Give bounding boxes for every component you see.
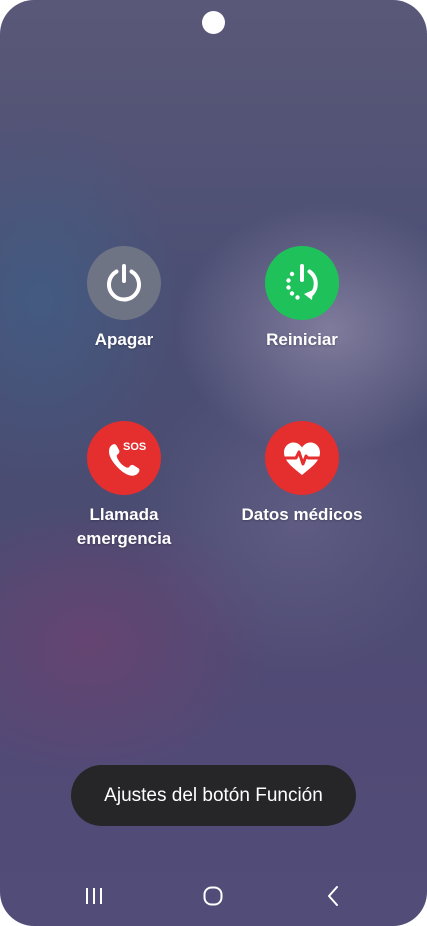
- medical-info-label: Datos médicos: [241, 505, 363, 524]
- emergency-call-button[interactable]: SOS: [87, 421, 161, 495]
- navigation-bar: [0, 866, 427, 926]
- back-icon: [328, 886, 338, 906]
- restart-label: Reiniciar: [266, 330, 338, 349]
- function-key-settings-button[interactable]: Ajustes del botón Función: [71, 765, 356, 826]
- medical-info-option[interactable]: Datos médicos: [212, 421, 392, 527]
- restart-button[interactable]: [265, 246, 339, 320]
- home-button[interactable]: [198, 884, 228, 908]
- restart-option[interactable]: Reiniciar: [212, 246, 392, 352]
- power-menu-screen: Apagar Reiniciar SOS Llamada emergencia …: [0, 0, 427, 926]
- recent-apps-button[interactable]: [79, 884, 109, 908]
- recent-apps-icon: [86, 888, 102, 904]
- sos-phone-icon: SOS: [109, 441, 146, 476]
- emergency-call-label-line1: Llamada: [89, 505, 159, 524]
- medical-info-button[interactable]: [265, 421, 339, 495]
- power-icon: [107, 264, 141, 302]
- emergency-call-option[interactable]: SOS Llamada emergencia: [34, 421, 214, 551]
- heart-pulse-icon: [283, 442, 321, 475]
- emergency-call-label: Llamada emergencia: [64, 503, 184, 551]
- power-off-label: Apagar: [94, 330, 154, 349]
- emergency-call-label-line2: emergencia: [76, 529, 172, 548]
- power-off-option[interactable]: Apagar: [34, 246, 214, 352]
- power-off-button[interactable]: [87, 246, 161, 320]
- front-camera: [202, 11, 225, 34]
- home-icon: [203, 886, 223, 906]
- sos-badge: SOS: [123, 441, 146, 453]
- restart-icon: [286, 264, 318, 300]
- back-button[interactable]: [319, 884, 349, 908]
